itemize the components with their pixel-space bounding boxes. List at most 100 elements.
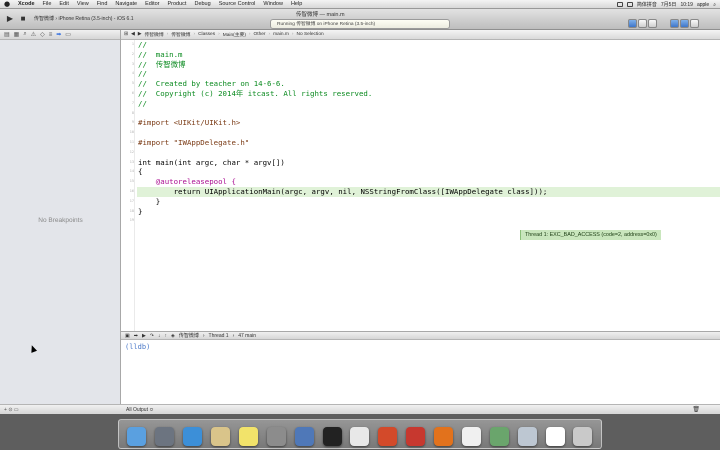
continue-icon[interactable]: ▶	[142, 333, 146, 339]
related-items-icon[interactable]: ⊞	[124, 32, 128, 37]
menu-help[interactable]: Help	[287, 0, 306, 9]
code-line[interactable]: 8	[132, 109, 720, 119]
code-line[interactable]: 9 #import <UIKit/UIKit.h>	[132, 118, 720, 128]
jump-crumb[interactable]: Main(主要)	[223, 31, 246, 38]
system-preferences-icon[interactable]	[266, 427, 286, 446]
code-line[interactable]: 18}	[130, 207, 720, 217]
log-navigator-icon[interactable]: ▭	[65, 31, 71, 38]
finder-icon[interactable]	[127, 427, 147, 446]
sketch-app-icon[interactable]	[406, 427, 426, 446]
code-line[interactable]: 4 //	[132, 69, 720, 79]
jump-crumb[interactable]: Classes	[198, 32, 215, 37]
volume-icon[interactable]	[626, 2, 633, 7]
menu-file[interactable]: File	[39, 0, 56, 9]
symbol-navigator-icon[interactable]: ▦	[14, 31, 20, 38]
jump-crumb[interactable]: No Selection	[296, 32, 323, 37]
menu-source-control[interactable]: Source Control	[215, 0, 260, 9]
jump-crumb[interactable]: main.m	[273, 32, 289, 37]
wifi-icon[interactable]	[616, 2, 623, 7]
code-line-current[interactable]: 16 return UIApplicationMain(argc, argv, …	[130, 186, 720, 197]
user-label[interactable]: apple	[697, 2, 709, 8]
navigator-toggle-icon[interactable]	[670, 19, 679, 28]
step-out-icon[interactable]: ↑	[165, 333, 168, 339]
instruments-icon[interactable]	[489, 427, 509, 446]
step-over-icon[interactable]: ↷	[150, 333, 154, 339]
utilities-toggle-icon[interactable]	[690, 19, 699, 28]
forward-icon[interactable]: ▶	[138, 32, 142, 37]
run-icon[interactable]: ▶	[5, 14, 15, 24]
code-line[interactable]: 3 // 传智微博	[132, 60, 720, 70]
breakpoints-toggle-icon[interactable]: ➡	[134, 333, 138, 339]
safari-icon[interactable]	[183, 427, 203, 446]
menu-view[interactable]: View	[73, 0, 93, 9]
console-output[interactable]: (lldb)	[121, 340, 720, 404]
code-line[interactable]: 2 // main.m	[132, 50, 720, 60]
jump-crumb[interactable]: Other	[254, 32, 266, 37]
code-line[interactable]: 10	[130, 128, 720, 138]
version-editor-icon[interactable]	[648, 19, 657, 28]
code-line[interactable]: 6 // Copyright (c) 2014年 itcast. All righ…	[132, 89, 720, 99]
back-icon[interactable]: ◀	[131, 32, 135, 37]
scheme-selector[interactable]: 传智微博 › iPhone Retina (3.5-inch) - iOS 6.…	[34, 15, 134, 24]
debug-navigator-icon[interactable]: ≡	[49, 32, 53, 38]
input-method[interactable]: 简体拼音	[637, 1, 657, 8]
code-line[interactable]: 15 @autoreleasepool {	[130, 177, 720, 187]
debug-crumb[interactable]: 传智微博	[179, 332, 199, 339]
menu-editor[interactable]: Editor	[141, 0, 163, 9]
stop-icon[interactable]: ■	[18, 14, 28, 24]
clock-label[interactable]: 10:19	[680, 2, 693, 8]
filter-icon[interactable]: ⊙	[8, 407, 12, 413]
spotlight-icon[interactable]: ⌕	[713, 2, 716, 8]
add-breakpoint-icon[interactable]: +	[4, 407, 7, 413]
textedit-icon[interactable]	[461, 427, 481, 446]
code-line[interactable]: 17 }	[130, 197, 720, 207]
stickies-icon[interactable]	[238, 427, 258, 446]
firefox-icon[interactable]	[434, 427, 454, 446]
menu-find[interactable]: Find	[93, 0, 112, 9]
issue-navigator-icon[interactable]: ⚠	[31, 31, 36, 38]
powerpoint-icon[interactable]	[378, 427, 398, 446]
image-icon[interactable]	[517, 427, 537, 446]
search-navigator-icon[interactable]: ⌕	[23, 31, 26, 38]
code-line[interactable]: 19	[130, 216, 720, 226]
error-annotation[interactable]: Thread 1: EXC_BAD_ACCESS (code=2, addres…	[520, 230, 661, 240]
apple-icon[interactable]: ●	[0, 0, 14, 8]
filter-field[interactable]: ▭	[14, 407, 19, 413]
preview-icon[interactable]	[211, 427, 231, 446]
code-line[interactable]: 13 int main(int argc, char * argv[])	[130, 158, 720, 168]
document-icon[interactable]	[545, 427, 565, 446]
location-icon[interactable]: ◈	[171, 333, 175, 339]
pen-app-icon[interactable]	[350, 427, 370, 446]
debug-crumb[interactable]: Thread 1	[209, 333, 229, 339]
debug-crumb[interactable]: 47 main	[238, 333, 256, 339]
trash-icon[interactable]	[573, 427, 593, 446]
project-navigator-icon[interactable]: ▤	[4, 31, 10, 38]
assistant-editor-icon[interactable]	[638, 19, 647, 28]
jump-crumb[interactable]: 传智微博	[171, 31, 190, 38]
menu-edit[interactable]: Edit	[55, 0, 72, 9]
source-editor[interactable]: ⊞ ◀ ▶ 传智微博 › 传智微博 › Classes › Main(主要) › Oth…	[121, 30, 720, 331]
date-label[interactable]: 7月5日	[661, 1, 677, 8]
menu-navigate[interactable]: Navigate	[111, 0, 141, 9]
terminal-icon[interactable]	[322, 427, 342, 446]
jump-crumb[interactable]: 传智微博	[144, 31, 163, 38]
menu-window[interactable]: Window	[259, 0, 287, 9]
test-navigator-icon[interactable]: ◇	[40, 31, 45, 38]
code-line[interactable]: 1 //	[132, 40, 720, 50]
debug-area-toggle-icon[interactable]	[680, 19, 689, 28]
launchpad-icon[interactable]	[155, 427, 175, 446]
output-selector[interactable]: All Output ≎	[126, 407, 154, 413]
code-line[interactable]: 11 #import "IWAppDelegate.h"	[130, 138, 720, 148]
hide-debug-area-icon[interactable]: ▣	[125, 333, 130, 339]
code-line[interactable]: 5 // Created by teacher on 14-6-6.	[132, 79, 720, 89]
standard-editor-icon[interactable]	[628, 19, 637, 28]
code-area[interactable]: 1 // 2 // main.m 3 // 传智微博 4 // 5 // Created by t…	[130, 40, 720, 331]
menu-debug[interactable]: Debug	[190, 0, 214, 9]
menu-product[interactable]: Product	[164, 0, 191, 9]
xcode-icon[interactable]	[294, 427, 314, 446]
code-line[interactable]: 12	[130, 148, 720, 158]
breakpoint-navigator-icon[interactable]: ➡	[56, 31, 61, 38]
code-line[interactable]: 14 {	[130, 167, 720, 177]
menu-xcode[interactable]: Xcode	[14, 0, 39, 9]
step-into-icon[interactable]: ↓	[158, 333, 161, 339]
